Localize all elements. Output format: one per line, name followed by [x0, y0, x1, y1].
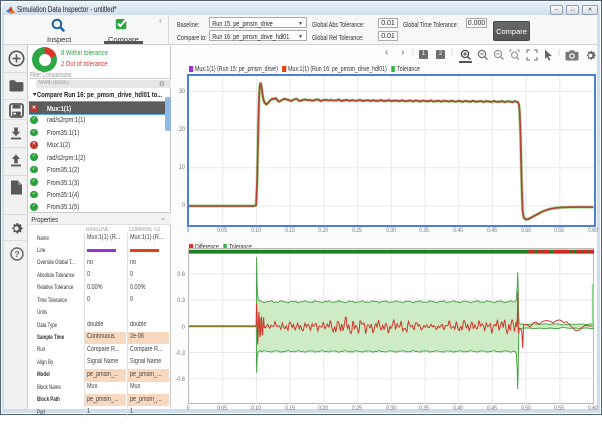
svg-text:?: ?	[14, 249, 19, 259]
